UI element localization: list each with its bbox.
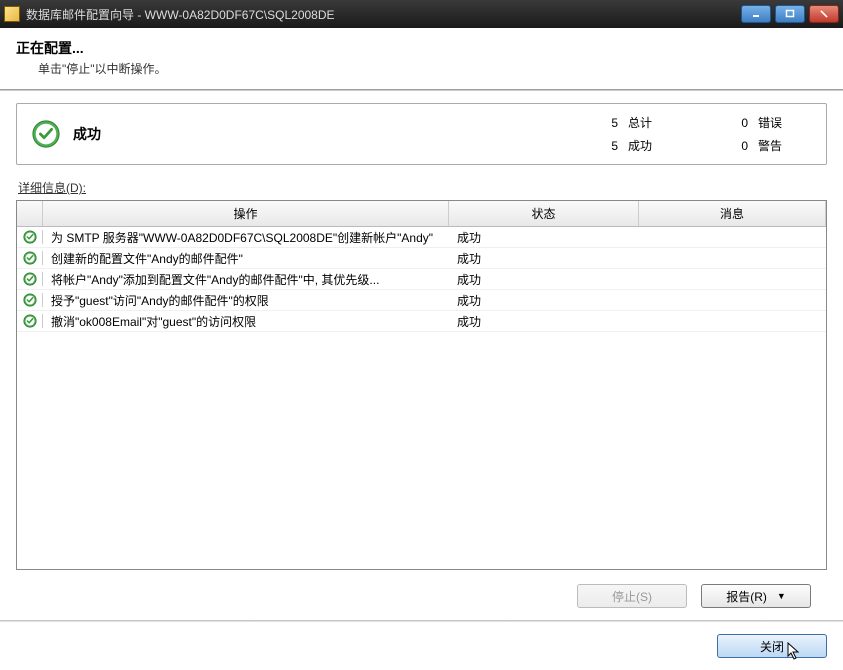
row-operation: 创建新的配置文件"Andy的邮件配件" xyxy=(43,250,449,267)
col-status-header[interactable]: 状态 xyxy=(449,201,639,226)
table-row[interactable]: 将帐户"Andy"添加到配置文件"Andy的邮件配件"中, 其优先级...成功 xyxy=(17,269,826,290)
app-icon xyxy=(4,6,20,22)
success-label: 成功 xyxy=(628,137,718,154)
row-success-icon xyxy=(17,251,43,265)
grid-body: 为 SMTP 服务器"WWW-0A82D0DF67C\SQL2008DE"创建新… xyxy=(17,227,826,332)
report-button[interactable]: 报告(R) ▼ xyxy=(701,584,811,608)
details-label: 详细信息(D): xyxy=(18,179,827,196)
titlebar: 数据库邮件配置向导 - WWW-0A82D0DF67C\SQL2008DE xyxy=(0,0,843,28)
row-status: 成功 xyxy=(449,271,639,288)
maximize-button[interactable] xyxy=(775,5,805,23)
error-count: 0 xyxy=(718,116,758,130)
chevron-down-icon: ▼ xyxy=(777,591,786,601)
window-controls xyxy=(741,5,839,23)
col-icon-header xyxy=(17,201,43,226)
row-operation: 为 SMTP 服务器"WWW-0A82D0DF67C\SQL2008DE"创建新… xyxy=(43,229,449,246)
error-label: 错误 xyxy=(758,114,808,131)
total-count: 5 xyxy=(588,116,628,130)
wizard-header: 正在配置... 单击"停止"以中断操作。 xyxy=(0,28,843,89)
warning-label: 警告 xyxy=(758,137,808,154)
row-status: 成功 xyxy=(449,250,639,267)
row-success-icon xyxy=(17,272,43,286)
summary-status-label: 成功 xyxy=(73,124,588,144)
close-button[interactable]: 关闭 xyxy=(717,634,827,658)
close-window-button[interactable] xyxy=(809,5,839,23)
grid-header: 操作 状态 消息 xyxy=(17,201,826,227)
table-row[interactable]: 授予"guest"访问"Andy的邮件配件"的权限成功 xyxy=(17,290,826,311)
stop-button-label: 停止(S) xyxy=(612,588,652,605)
content-area: 成功 5 总计 0 错误 5 成功 0 警告 详细信息(D): 操作 状态 消息… xyxy=(0,91,843,608)
col-message-header[interactable]: 消息 xyxy=(639,201,826,226)
row-status: 成功 xyxy=(449,229,639,246)
success-count: 5 xyxy=(588,139,628,153)
results-grid[interactable]: 操作 状态 消息 为 SMTP 服务器"WWW-0A82D0DF67C\SQL2… xyxy=(16,200,827,570)
row-success-icon xyxy=(17,230,43,244)
action-buttons: 停止(S) 报告(R) ▼ xyxy=(16,570,827,608)
minimize-button[interactable] xyxy=(741,5,771,23)
col-operation-header[interactable]: 操作 xyxy=(43,201,449,226)
warning-count: 0 xyxy=(718,139,758,153)
summary-stats: 5 总计 0 错误 5 成功 0 警告 xyxy=(588,114,812,154)
window-title: 数据库邮件配置向导 - WWW-0A82D0DF67C\SQL2008DE xyxy=(26,6,741,23)
row-success-icon xyxy=(17,314,43,328)
page-subtitle: 单击"停止"以中断操作。 xyxy=(16,60,827,77)
table-row[interactable]: 撤消"ok008Email"对"guest"的访问权限成功 xyxy=(17,311,826,332)
row-status: 成功 xyxy=(449,292,639,309)
total-label: 总计 xyxy=(628,114,718,131)
row-success-icon xyxy=(17,293,43,307)
row-operation: 将帐户"Andy"添加到配置文件"Andy的邮件配件"中, 其优先级... xyxy=(43,271,449,288)
report-button-label: 报告(R) xyxy=(726,588,767,605)
row-operation: 授予"guest"访问"Andy的邮件配件"的权限 xyxy=(43,292,449,309)
status-summary: 成功 5 总计 0 错误 5 成功 0 警告 xyxy=(16,103,827,165)
stop-button: 停止(S) xyxy=(577,584,687,608)
page-title: 正在配置... xyxy=(16,38,827,58)
success-icon xyxy=(31,119,61,149)
row-operation: 撤消"ok008Email"对"guest"的访问权限 xyxy=(43,313,449,330)
table-row[interactable]: 为 SMTP 服务器"WWW-0A82D0DF67C\SQL2008DE"创建新… xyxy=(17,227,826,248)
row-status: 成功 xyxy=(449,313,639,330)
close-button-label: 关闭 xyxy=(760,638,784,655)
table-row[interactable]: 创建新的配置文件"Andy的邮件配件"成功 xyxy=(17,248,826,269)
